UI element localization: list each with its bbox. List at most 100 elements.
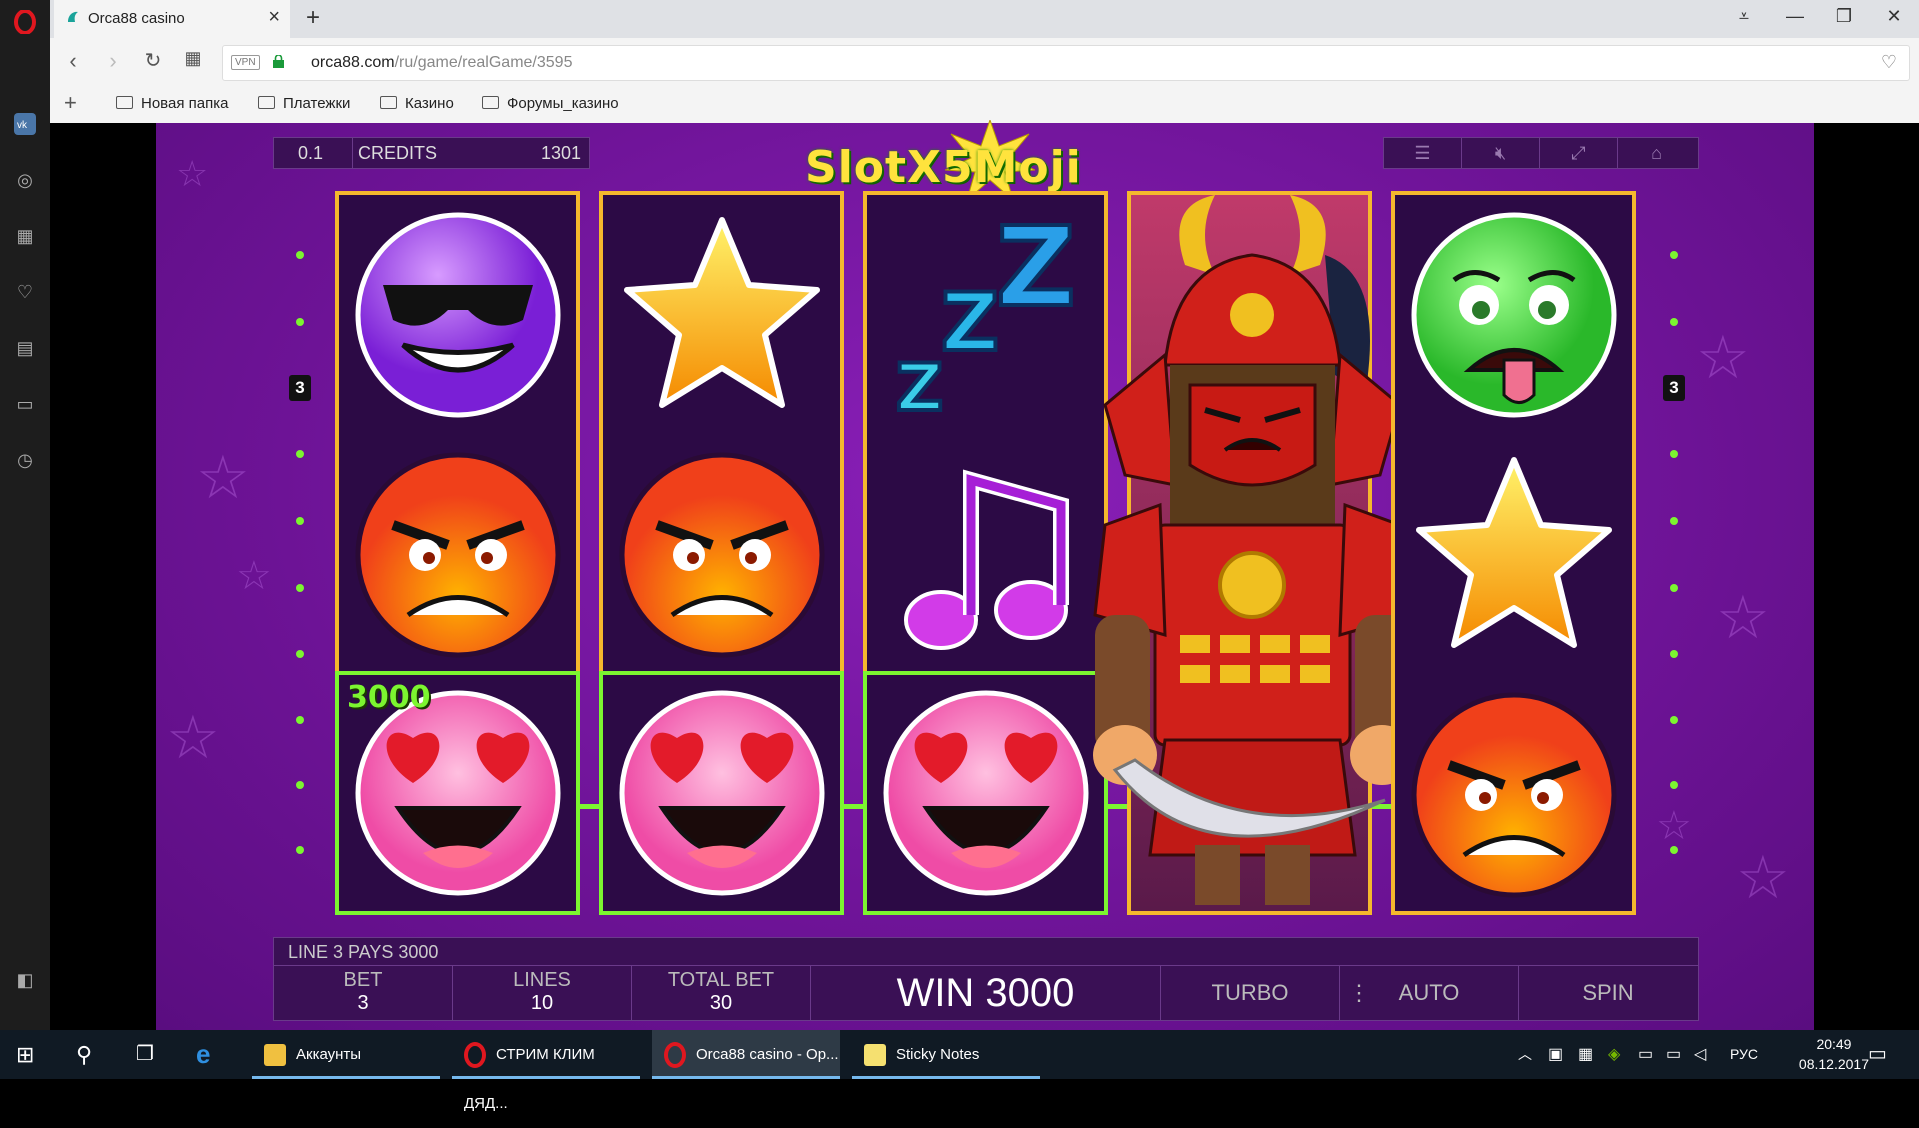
url-input[interactable]: VPN orca88.com/ru/game/realGame/3595 ♡ — [222, 45, 1910, 81]
taskbar-app[interactable]: Sticky Notes — [852, 1030, 1040, 1079]
tab-close-icon[interactable]: × — [268, 6, 280, 29]
action-center-icon[interactable]: ▭ — [1868, 1030, 1887, 1079]
speed-dial-icon[interactable]: ▦ — [13, 224, 37, 248]
tab-menu-icon[interactable]: ⩡ — [1726, 6, 1762, 27]
tabs-icon[interactable]: ▭ — [13, 392, 37, 416]
reel-symbol: Z Z Z — [867, 195, 1104, 435]
win-display: WIN 3000 — [811, 966, 1161, 1020]
auto-button[interactable]: ⋮ AUTO — [1340, 966, 1519, 1020]
tray-app-icon[interactable]: ▦ — [1578, 1030, 1593, 1079]
tray-volume-icon[interactable]: ◁ — [1694, 1030, 1706, 1079]
opera-logo-icon[interactable] — [13, 9, 37, 35]
close-window-icon[interactable]: ✕ — [1876, 6, 1912, 27]
heart-icon[interactable]: ♡ — [13, 280, 37, 304]
taskbar-app[interactable]: СТРИМ КЛИМ ДЯД... — [452, 1030, 640, 1112]
bookmark-folder[interactable]: Казино — [380, 95, 454, 112]
sidebar-toggle-icon[interactable]: ◧ — [13, 968, 37, 992]
line-win-amount: 3000 — [347, 680, 431, 715]
line-indicator — [1670, 584, 1678, 592]
windows-start-icon[interactable]: ⊞ — [16, 1030, 46, 1079]
bg-star-icon: ☆ — [196, 444, 250, 511]
home-icon[interactable]: ⌂ — [1618, 138, 1695, 168]
line-indicator — [1670, 318, 1678, 326]
sticky-notes-icon — [864, 1044, 886, 1067]
restore-icon[interactable]: ❐ — [1826, 6, 1862, 27]
lines-selector[interactable]: LINES 10 — [453, 966, 632, 1020]
minimize-icon[interactable]: — — [1777, 6, 1813, 27]
turbo-button[interactable]: TURBO — [1161, 966, 1340, 1020]
auto-options-icon[interactable]: ⋮ — [1348, 966, 1370, 1020]
line-indicator — [296, 716, 304, 724]
bet-label: BET — [343, 969, 383, 991]
reel-symbol — [339, 195, 576, 435]
heart-eyes-emoji-icon — [619, 690, 824, 896]
line-indicator — [1670, 781, 1678, 789]
reel-symbol — [867, 435, 1104, 675]
bet-selector[interactable]: BET 3 — [274, 966, 453, 1020]
svg-text:Z: Z — [941, 276, 999, 369]
tray-nvidia-icon[interactable]: ◈ — [1608, 1030, 1620, 1079]
angry-emoji-icon — [1411, 692, 1616, 898]
denomination: 0.1 — [298, 143, 324, 163]
bg-star-icon: ☆ — [166, 704, 220, 771]
logo-text: SlotX5Moji — [805, 142, 1082, 193]
tray-network-icon[interactable]: ▭ — [1666, 1030, 1681, 1079]
line-indicator — [296, 251, 304, 259]
speed-dial-grid-icon[interactable]: ▦ — [180, 48, 206, 69]
win-highlight-frame — [863, 671, 1108, 915]
search-icon[interactable]: ⚲ — [76, 1030, 106, 1079]
history-icon[interactable]: ◷ — [13, 448, 37, 472]
camera-icon[interactable]: ◎ — [13, 168, 37, 192]
bottom-controls: BET 3 LINES 10 TOTAL BET 30 WIN 3000 TUR… — [273, 965, 1699, 1021]
tab-title: Orca88 casino — [88, 10, 185, 27]
bg-star-icon: ☆ — [1656, 804, 1692, 848]
tray-language[interactable]: РУС — [1730, 1030, 1758, 1079]
bookmark-folder[interactable]: Новая папка — [116, 95, 228, 112]
vpn-badge[interactable]: VPN — [231, 55, 260, 70]
spin-button[interactable]: SPIN — [1519, 966, 1697, 1020]
edge-icon[interactable]: e — [196, 1030, 236, 1079]
taskbar-clock[interactable]: 20:49 08.12.2017 — [1799, 1034, 1869, 1074]
reload-icon[interactable]: ↻ — [140, 48, 166, 73]
orca-favicon-icon — [68, 11, 78, 22]
opera-icon — [664, 1042, 686, 1069]
folder-icon — [264, 1044, 286, 1067]
browser-tab[interactable]: Orca88 casino × — [54, 0, 290, 38]
bookmark-folder[interactable]: Форумы_казино — [482, 95, 619, 112]
bookmark-folder[interactable]: Платежки — [258, 95, 350, 112]
tray-usb-icon[interactable]: ▣ — [1548, 1030, 1563, 1079]
svg-text:Z: Z — [996, 205, 1076, 331]
news-icon[interactable]: ▤ — [13, 336, 37, 360]
reel-symbol — [339, 435, 576, 675]
win-info-bar: LINE 3 PAYS 3000 — [273, 937, 1699, 967]
line-indicator — [296, 450, 304, 458]
taskbar-app[interactable]: Аккаунты — [252, 1030, 440, 1079]
clock-time: 20:49 — [1816, 1036, 1852, 1052]
lines-label: LINES — [513, 969, 571, 991]
menu-icon[interactable]: ☰ — [1384, 138, 1462, 168]
add-bookmark-icon[interactable]: + — [64, 90, 77, 116]
credits-value: 1301 — [540, 143, 581, 163]
bg-star-icon: ☆ — [236, 554, 272, 598]
angry-emoji-icon — [619, 452, 824, 658]
heart-eyes-emoji-icon — [355, 690, 560, 896]
taskbar-app[interactable]: Orca88 casino - Op... — [652, 1030, 840, 1079]
total-bet-label: TOTAL BET — [667, 969, 775, 991]
fullscreen-icon[interactable]: ⤢ — [1540, 138, 1618, 168]
vk-icon[interactable]: vk — [13, 113, 37, 137]
back-icon[interactable]: ‹ — [60, 48, 86, 74]
url-host: orca88.com — [311, 54, 395, 71]
line-indicator — [296, 584, 304, 592]
new-tab-icon[interactable]: + — [300, 4, 326, 32]
bookmark-heart-icon[interactable]: ♡ — [1881, 52, 1897, 73]
mute-icon[interactable]: 🔇︎ — [1462, 138, 1540, 168]
bg-star-icon: ☆ — [176, 153, 209, 194]
cool-sunglasses-emoji-icon — [355, 212, 560, 418]
turbo-label: TURBO — [1211, 980, 1289, 1005]
line-indicator — [1670, 846, 1678, 854]
tray-expand-icon[interactable]: ︿ — [1518, 1030, 1532, 1079]
task-view-icon[interactable]: ❐ — [136, 1030, 166, 1079]
forward-icon[interactable]: › — [100, 48, 126, 74]
reel-5 — [1391, 191, 1636, 915]
tray-battery-icon[interactable]: ▭ — [1638, 1030, 1653, 1079]
